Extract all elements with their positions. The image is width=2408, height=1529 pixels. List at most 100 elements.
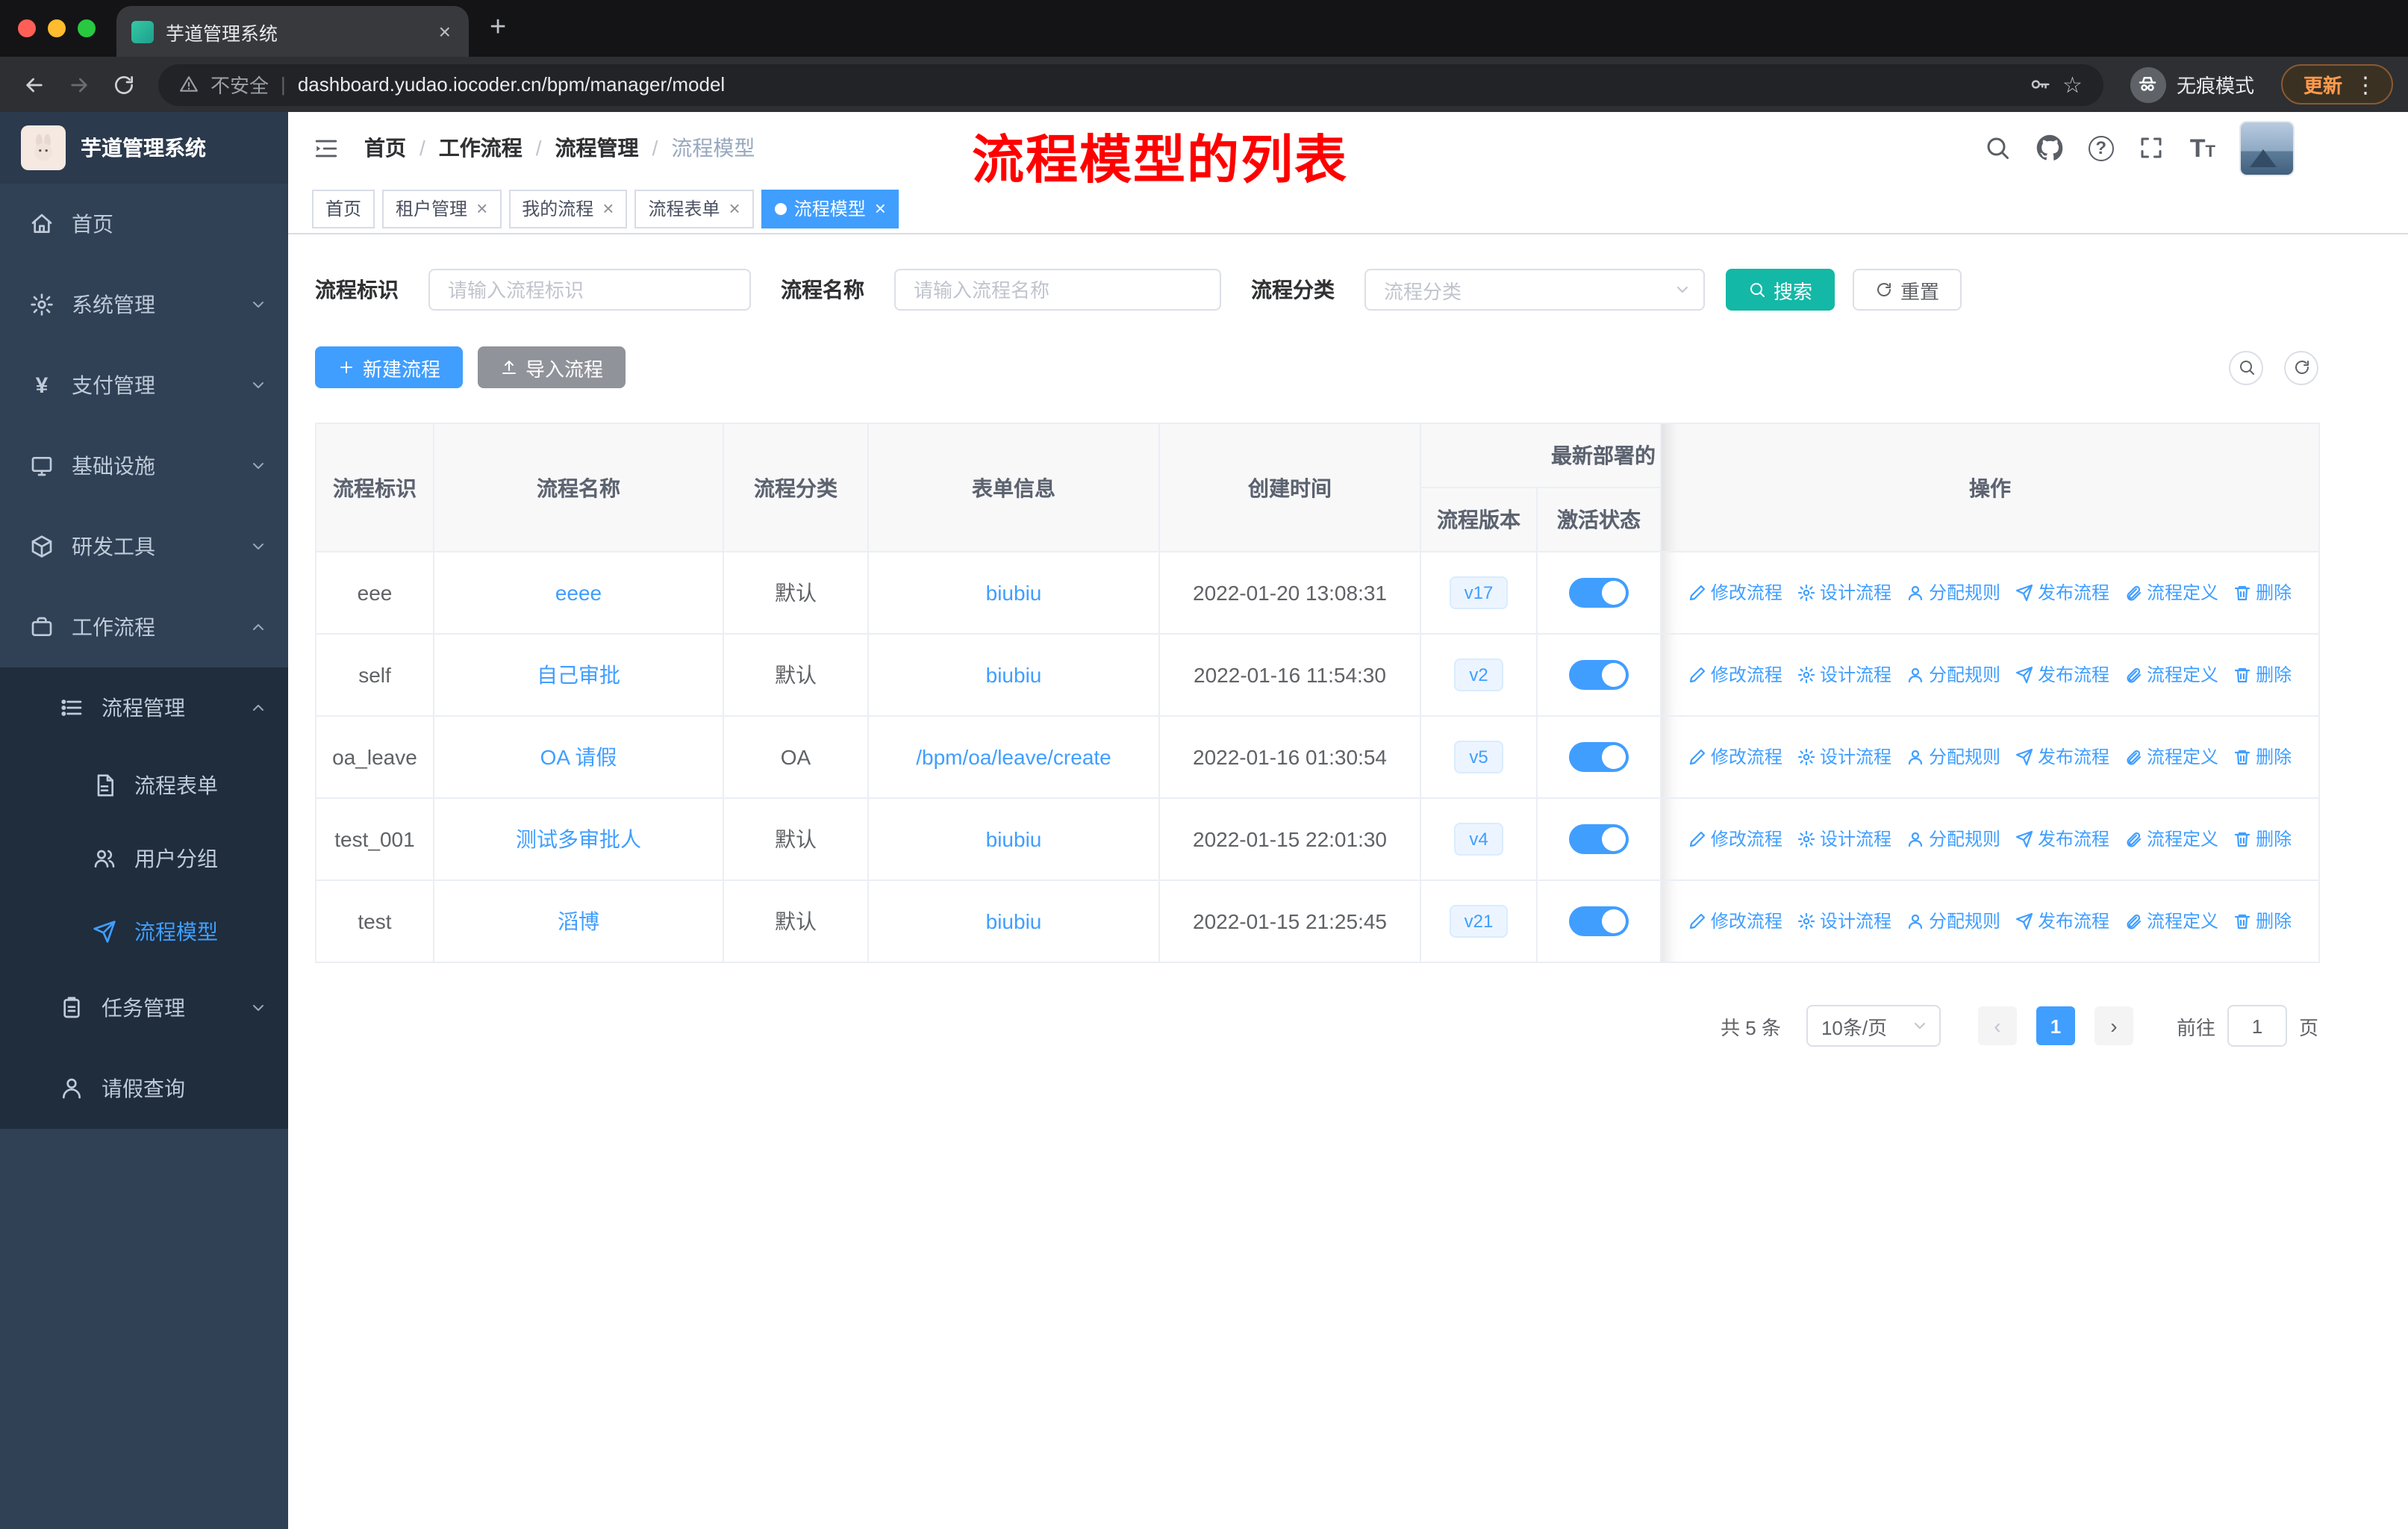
sidebar-item-leave-query[interactable]: 请假查询 — [0, 1048, 288, 1129]
row-action-publish[interactable]: 发布流程 — [2015, 744, 2109, 770]
window-minimize-button[interactable] — [48, 19, 66, 37]
row-action-edit[interactable]: 修改流程 — [1688, 826, 1782, 852]
process-name-link[interactable]: eeee — [555, 581, 602, 605]
tag-process-form[interactable]: 流程表单 × — [634, 189, 754, 228]
row-action-delete[interactable]: 删除 — [2233, 744, 2292, 770]
tag-process-model[interactable]: 流程模型 × — [761, 189, 899, 228]
row-action-assign[interactable]: 分配规则 — [1906, 826, 2000, 852]
goto-page-input[interactable] — [2227, 1005, 2287, 1047]
row-action-delete[interactable]: 删除 — [2233, 909, 2292, 934]
process-name-link[interactable]: 测试多审批人 — [516, 827, 641, 851]
row-action-assign[interactable]: 分配规则 — [1906, 744, 2000, 770]
create-process-button[interactable]: 新建流程 — [315, 346, 464, 388]
row-action-delete[interactable]: 删除 — [2233, 662, 2292, 688]
row-action-definition[interactable]: 流程定义 — [2124, 909, 2218, 934]
avatar[interactable] — [2239, 120, 2295, 175]
next-page-button[interactable]: › — [2094, 1006, 2133, 1045]
active-toggle[interactable] — [1569, 742, 1629, 772]
github-icon[interactable] — [2036, 134, 2065, 162]
window-close-button[interactable] — [18, 19, 36, 37]
app-logo[interactable]: 芋道管理系统 — [0, 112, 288, 184]
toggle-search-button[interactable] — [2229, 350, 2263, 384]
row-action-edit[interactable]: 修改流程 — [1688, 744, 1782, 770]
tag-close-icon[interactable]: × — [601, 199, 614, 218]
row-action-definition[interactable]: 流程定义 — [2124, 826, 2218, 852]
row-action-definition[interactable]: 流程定义 — [2124, 744, 2218, 770]
row-action-assign[interactable]: 分配规则 — [1906, 662, 2000, 688]
breadcrumb-item[interactable]: 工作流程 — [439, 133, 523, 163]
sidebar-item-task-management[interactable]: 任务管理 — [0, 968, 288, 1048]
tab-close-icon[interactable]: × — [436, 19, 454, 43]
address-bar[interactable]: 不安全 | dashboard.yudao.iocoder.cn/bpm/man… — [158, 63, 2103, 105]
active-toggle[interactable] — [1569, 824, 1629, 854]
row-action-design[interactable]: 设计流程 — [1797, 580, 1891, 605]
process-name-link[interactable]: 自己审批 — [537, 663, 620, 687]
sidebar-item-infrastructure[interactable]: 基础设施 — [0, 426, 288, 506]
process-key-input[interactable] — [428, 269, 751, 311]
tag-close-icon[interactable]: × — [873, 199, 886, 218]
back-button[interactable] — [15, 65, 54, 104]
process-name-link[interactable]: 滔博 — [558, 909, 599, 933]
active-toggle[interactable] — [1569, 906, 1629, 936]
sidebar-item-workflow[interactable]: 工作流程 — [0, 587, 288, 667]
row-action-delete[interactable]: 删除 — [2233, 580, 2292, 605]
row-action-edit[interactable]: 修改流程 — [1688, 909, 1782, 934]
row-action-design[interactable]: 设计流程 — [1797, 744, 1891, 770]
row-action-design[interactable]: 设计流程 — [1797, 826, 1891, 852]
form-link[interactable]: biubiu — [986, 663, 1042, 687]
row-action-definition[interactable]: 流程定义 — [2124, 662, 2218, 688]
search-button[interactable]: 搜索 — [1726, 269, 1835, 311]
refresh-button[interactable] — [2284, 350, 2318, 384]
version-badge[interactable]: v2 — [1454, 658, 1503, 692]
row-action-edit[interactable]: 修改流程 — [1688, 662, 1782, 688]
font-size-icon[interactable]: TT — [2190, 135, 2215, 161]
sidebar-item-process-form[interactable]: 流程表单 — [0, 748, 288, 821]
browser-menu-icon[interactable]: ⋮ — [2354, 71, 2377, 98]
new-tab-button[interactable]: + — [469, 12, 527, 45]
window-zoom-button[interactable] — [78, 19, 96, 37]
page-size-select[interactable]: 10条/页 — [1806, 1005, 1941, 1047]
import-process-button[interactable]: 导入流程 — [478, 346, 626, 388]
version-badge[interactable]: v17 — [1449, 576, 1509, 610]
sidebar-item-user-group[interactable]: 用户分组 — [0, 821, 288, 894]
forward-button[interactable] — [60, 65, 99, 104]
row-action-assign[interactable]: 分配规则 — [1906, 909, 2000, 934]
tag-close-icon[interactable]: × — [475, 199, 487, 218]
tag-tenant[interactable]: 租户管理 × — [382, 189, 502, 228]
form-link[interactable]: biubiu — [986, 581, 1042, 605]
fullscreen-icon[interactable] — [2138, 134, 2166, 162]
password-key-icon[interactable] — [2028, 73, 2050, 96]
row-action-design[interactable]: 设计流程 — [1797, 909, 1891, 934]
row-action-publish[interactable]: 发布流程 — [2015, 662, 2109, 688]
form-link[interactable]: biubiu — [986, 827, 1042, 851]
hamburger-icon[interactable] — [312, 135, 340, 161]
browser-tab[interactable]: 芋道管理系统 × — [116, 6, 469, 57]
row-action-delete[interactable]: 删除 — [2233, 826, 2292, 852]
breadcrumb-item[interactable]: 首页 — [364, 133, 406, 163]
tag-close-icon[interactable]: × — [728, 199, 740, 218]
prev-page-button[interactable]: ‹ — [1977, 1006, 2017, 1045]
process-name-input[interactable] — [894, 269, 1221, 311]
bookmark-star-icon[interactable]: ☆ — [2062, 71, 2083, 98]
version-badge[interactable]: v5 — [1454, 740, 1503, 774]
row-action-edit[interactable]: 修改流程 — [1688, 580, 1782, 605]
reset-button[interactable]: 重置 — [1853, 269, 1962, 311]
breadcrumb-item[interactable]: 流程管理 — [555, 133, 639, 163]
row-action-publish[interactable]: 发布流程 — [2015, 826, 2109, 852]
row-action-publish[interactable]: 发布流程 — [2015, 580, 2109, 605]
active-toggle[interactable] — [1569, 578, 1629, 608]
sidebar-item-process-management[interactable]: 流程管理 — [0, 667, 288, 748]
version-badge[interactable]: v21 — [1449, 904, 1509, 938]
sidebar-item-dev-tools[interactable]: 研发工具 — [0, 506, 288, 587]
sidebar-item-home[interactable]: 首页 — [0, 184, 288, 264]
security-warning-icon[interactable] — [179, 75, 199, 94]
row-action-design[interactable]: 设计流程 — [1797, 662, 1891, 688]
category-select[interactable]: 流程分类 — [1364, 269, 1705, 311]
form-link[interactable]: /bpm/oa/leave/create — [916, 745, 1111, 769]
current-page-button[interactable]: 1 — [2036, 1006, 2075, 1045]
row-action-assign[interactable]: 分配规则 — [1906, 580, 2000, 605]
row-action-publish[interactable]: 发布流程 — [2015, 909, 2109, 934]
tag-my-process[interactable]: 我的流程 × — [508, 189, 628, 228]
active-toggle[interactable] — [1569, 660, 1629, 690]
sidebar-item-payment[interactable]: ¥ 支付管理 — [0, 345, 288, 426]
